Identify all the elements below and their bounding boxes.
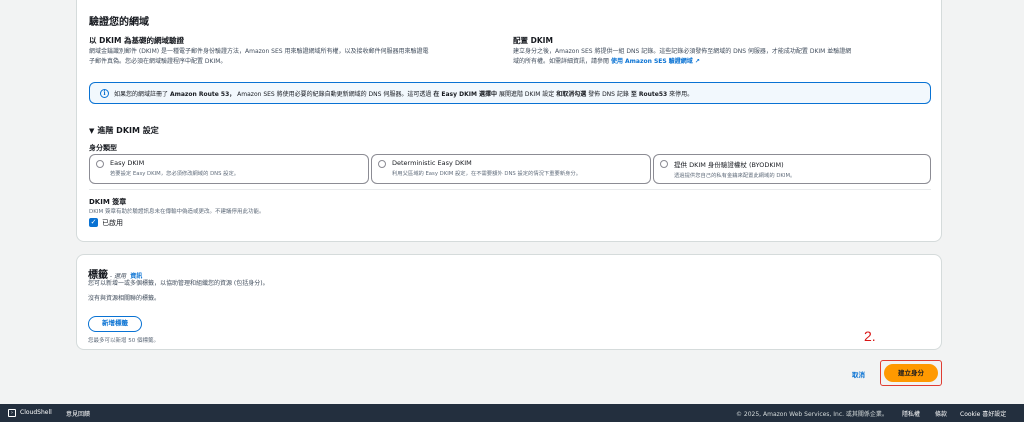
config-dkim-heading: 配置 DKIM [513,36,553,45]
cancel-button[interactable]: 取消 [852,369,865,379]
dkim-signature-description: DKIM 簽章有助於驗證訊息未在傳輸中偽造或更改。不建議停用此功能。 [89,209,265,215]
radio-deterministic-easy-dkim[interactable] [378,160,386,168]
verify-domain-link[interactable]: 使用 Amazon SES 驗證網域 [611,58,693,65]
external-link-icon: ↗ [694,57,700,65]
create-identity-button[interactable]: 建立身分 [884,364,938,382]
divider [89,189,931,190]
info-icon: i [100,88,109,98]
dkim-heading: 以 DKIM 為基礎的網域驗證 [89,36,185,45]
cookie-preferences-link[interactable]: Cookie 喜好設定 [960,409,1006,418]
cloudshell-link[interactable]: CloudShell [20,409,52,416]
terminal-icon: › [8,409,16,417]
dkim-description: 網域金鑰識別郵件 (DKIM) 是一種電子郵件身份驗證方法，Amazon SES… [89,48,429,65]
verify-domain-panel: 驗證您的網域 以 DKIM 為基礎的網域驗證 網域金鑰識別郵件 (DKIM) 是… [76,0,942,242]
checkmark-icon: ✓ [90,218,97,226]
config-dkim-description: 建立身分之後，Amazon SES 將提供一組 DNS 記錄。這些記錄必須發佈至… [513,48,852,65]
option-deterministic-easy-dkim[interactable]: Deterministic Easy DKIM 利用父區域的 Easy DKIM… [371,154,651,184]
dkim-signature-checkbox[interactable]: ✓ [89,218,98,227]
radio-byodkim[interactable] [660,160,668,168]
terms-link[interactable]: 條款 [935,409,947,418]
dkim-signature-heading: DKIM 簽章 [89,198,127,206]
info-alert-text: 如果您的網域註冊了 Amazon Route 53， Amazon SES 將使… [114,90,694,98]
panel-title: 驗證您的網域 [89,17,149,28]
info-alert: i 如果您的網域註冊了 Amazon Route 53， Amazon SES … [89,82,931,104]
tags-empty-text: 沒有與資源相關聯的標籤。 [88,295,161,302]
caret-down-icon: ▼ [89,127,95,135]
footer-bar: › CloudShell 意見回饋 © 2025, Amazon Web Ser… [0,404,1024,422]
identity-type-label: 身分類型 [89,144,117,152]
advanced-dkim-expander[interactable]: ▼ 進階 DKIM 設定 [89,125,159,136]
feedback-link[interactable]: 意見回饋 [66,409,90,418]
copyright-text: © 2025, Amazon Web Services, Inc. 或其關係企業… [736,411,888,418]
option-easy-dkim[interactable]: Easy DKIM 若要設定 Easy DKIM，您必須修改網域的 DNS 設定… [89,154,369,184]
radio-easy-dkim[interactable] [96,160,104,168]
tags-panel [76,254,942,350]
tags-limit-text: 您最多可以新增 50 個標籤。 [88,338,159,344]
add-tag-button[interactable]: 新增標籤 [88,316,142,332]
step-annotation: 2. [864,328,876,344]
tags-description: 您可以新增一或多個標籤，以協助管理和組織您的資源 (包括身分)。 [88,280,269,287]
enabled-label: 已啟用 [102,219,123,227]
privacy-link[interactable]: 隱私權 [902,409,920,418]
option-byodkim[interactable]: 提供 DKIM 身份驗證權杖 (BYODKIM) 透過提供您自己的私有金鑰來配置… [653,154,931,184]
